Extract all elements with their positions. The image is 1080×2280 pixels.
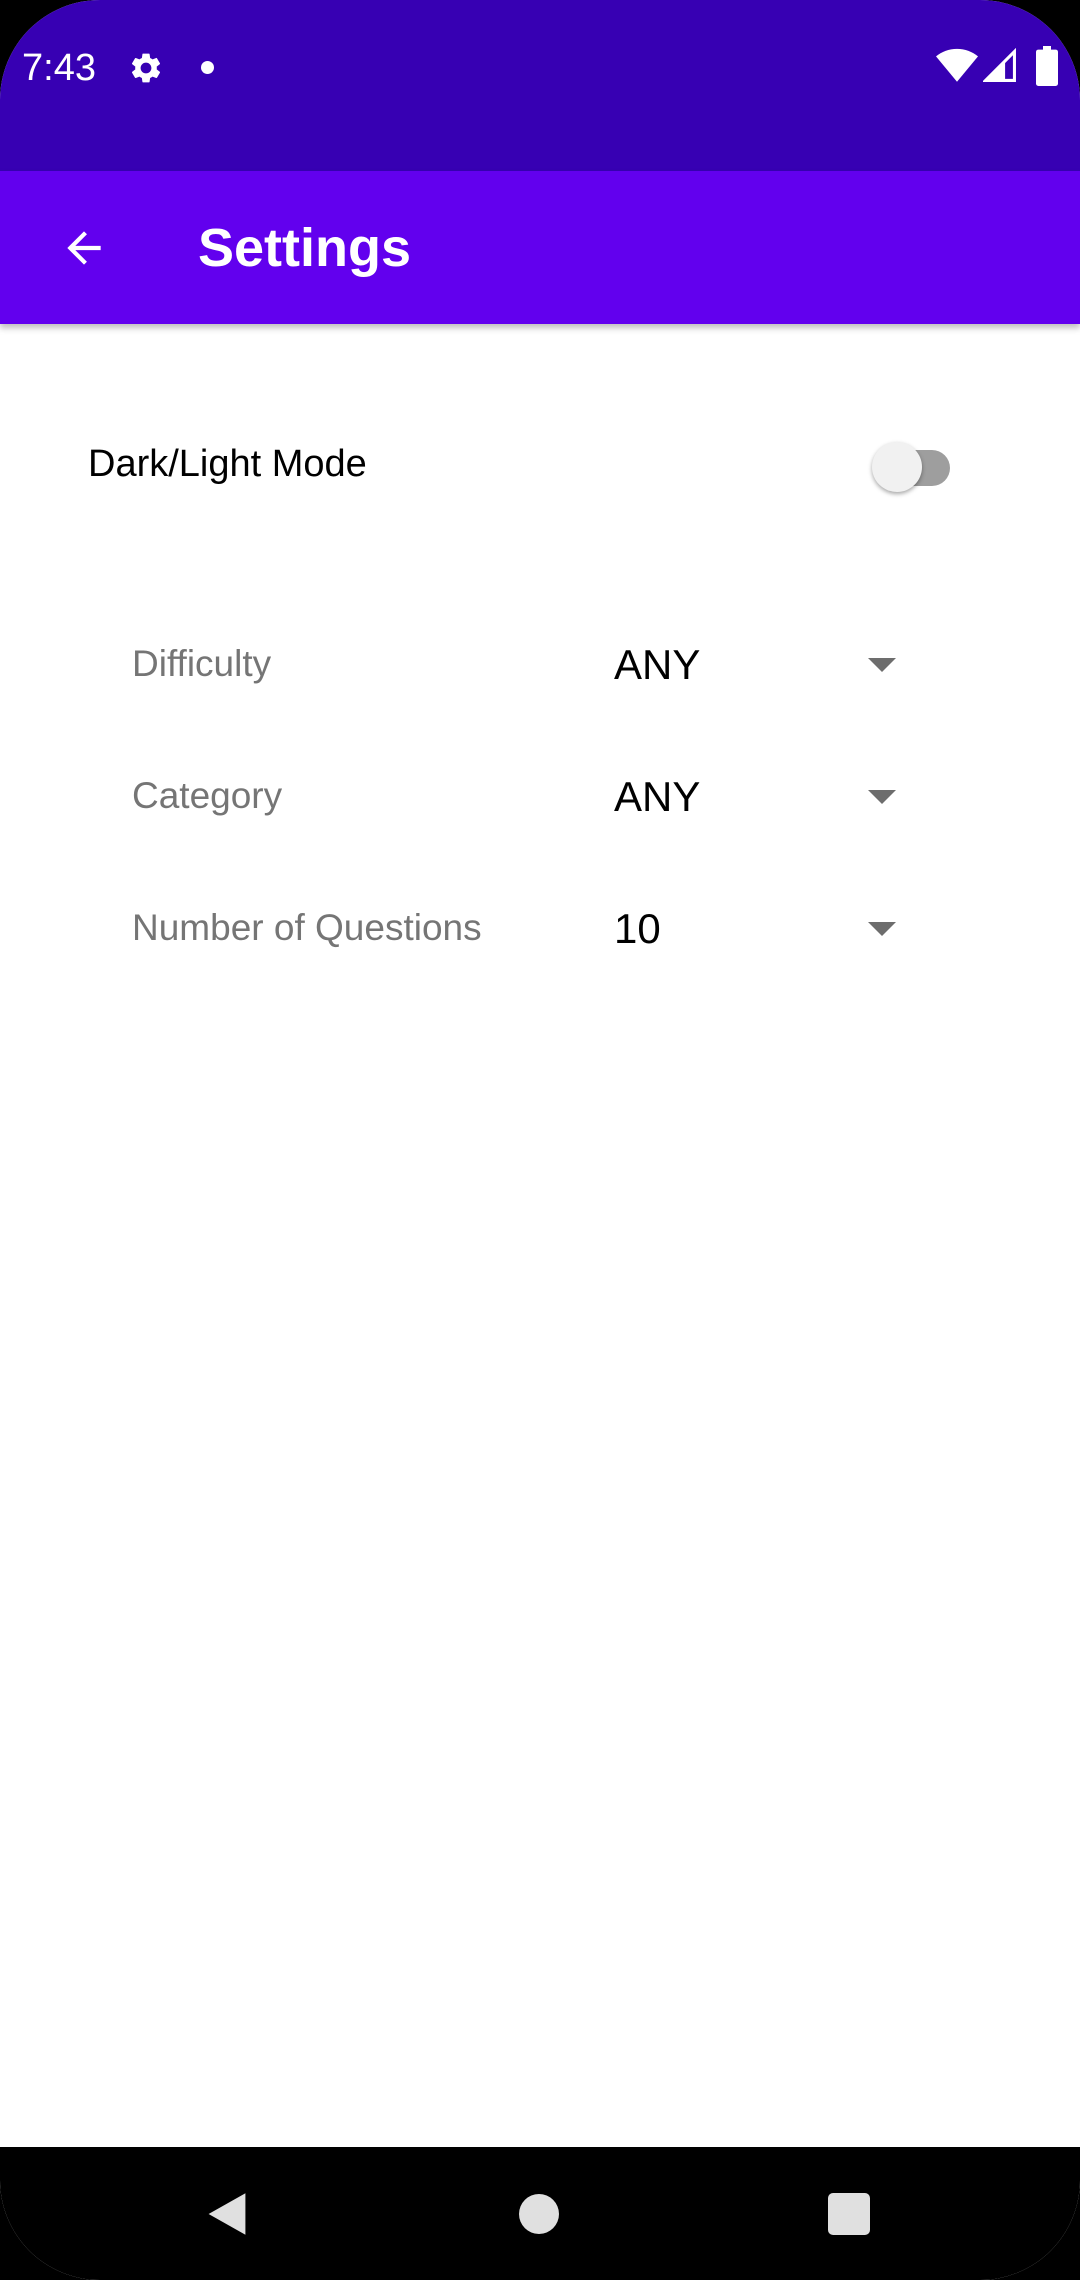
arrow-back-icon: [67, 231, 101, 265]
difficulty-row: Difficulty ANY: [0, 614, 1080, 714]
nav-recents-icon[interactable]: [828, 2193, 870, 2235]
wifi-icon: [936, 48, 978, 82]
navigation-bar: [0, 2147, 1080, 2280]
page-title: Settings: [198, 218, 412, 278]
app-bar: Settings: [0, 171, 1080, 324]
battery-icon: [1036, 46, 1058, 86]
dark-light-mode-row: Dark/Light Mode: [0, 404, 1080, 524]
number-of-questions-dropdown[interactable]: 10: [600, 888, 910, 968]
difficulty-value: ANY: [614, 641, 701, 688]
dark-light-mode-switch[interactable]: [868, 428, 964, 500]
signal-icon: [983, 48, 1016, 82]
settings-content: Dark/Light Mode Difficulty ANY Category …: [0, 324, 1080, 2146]
difficulty-label: Difficulty: [132, 643, 272, 684]
category-value: ANY: [614, 773, 701, 820]
number-of-questions-label: Number of Questions: [132, 907, 482, 948]
gear-icon: [131, 53, 161, 83]
number-of-questions-value: 10: [614, 905, 661, 952]
category-row: Category ANY: [0, 746, 1080, 846]
nav-back-icon[interactable]: [204, 2191, 250, 2237]
dark-light-mode-label: Dark/Light Mode: [88, 443, 367, 485]
difficulty-dropdown[interactable]: ANY: [600, 624, 910, 704]
category-dropdown[interactable]: ANY: [600, 756, 910, 836]
switch-thumb: [872, 442, 922, 492]
nav-home-icon[interactable]: [519, 2194, 559, 2234]
number-of-questions-row: Number of Questions 10: [0, 878, 1080, 978]
notification-dot-icon: [201, 61, 214, 74]
device-screen: 7:43 Settings Dark/Light Mode Difficulty…: [0, 0, 1080, 2280]
category-label: Category: [132, 775, 283, 816]
back-button[interactable]: [40, 204, 128, 292]
status-bar: 7:43: [0, 0, 1080, 171]
status-time: 7:43: [22, 47, 96, 89]
dropdown-arrow-icon: [868, 922, 896, 936]
dropdown-arrow-icon: [868, 658, 896, 672]
dropdown-arrow-icon: [868, 790, 896, 804]
